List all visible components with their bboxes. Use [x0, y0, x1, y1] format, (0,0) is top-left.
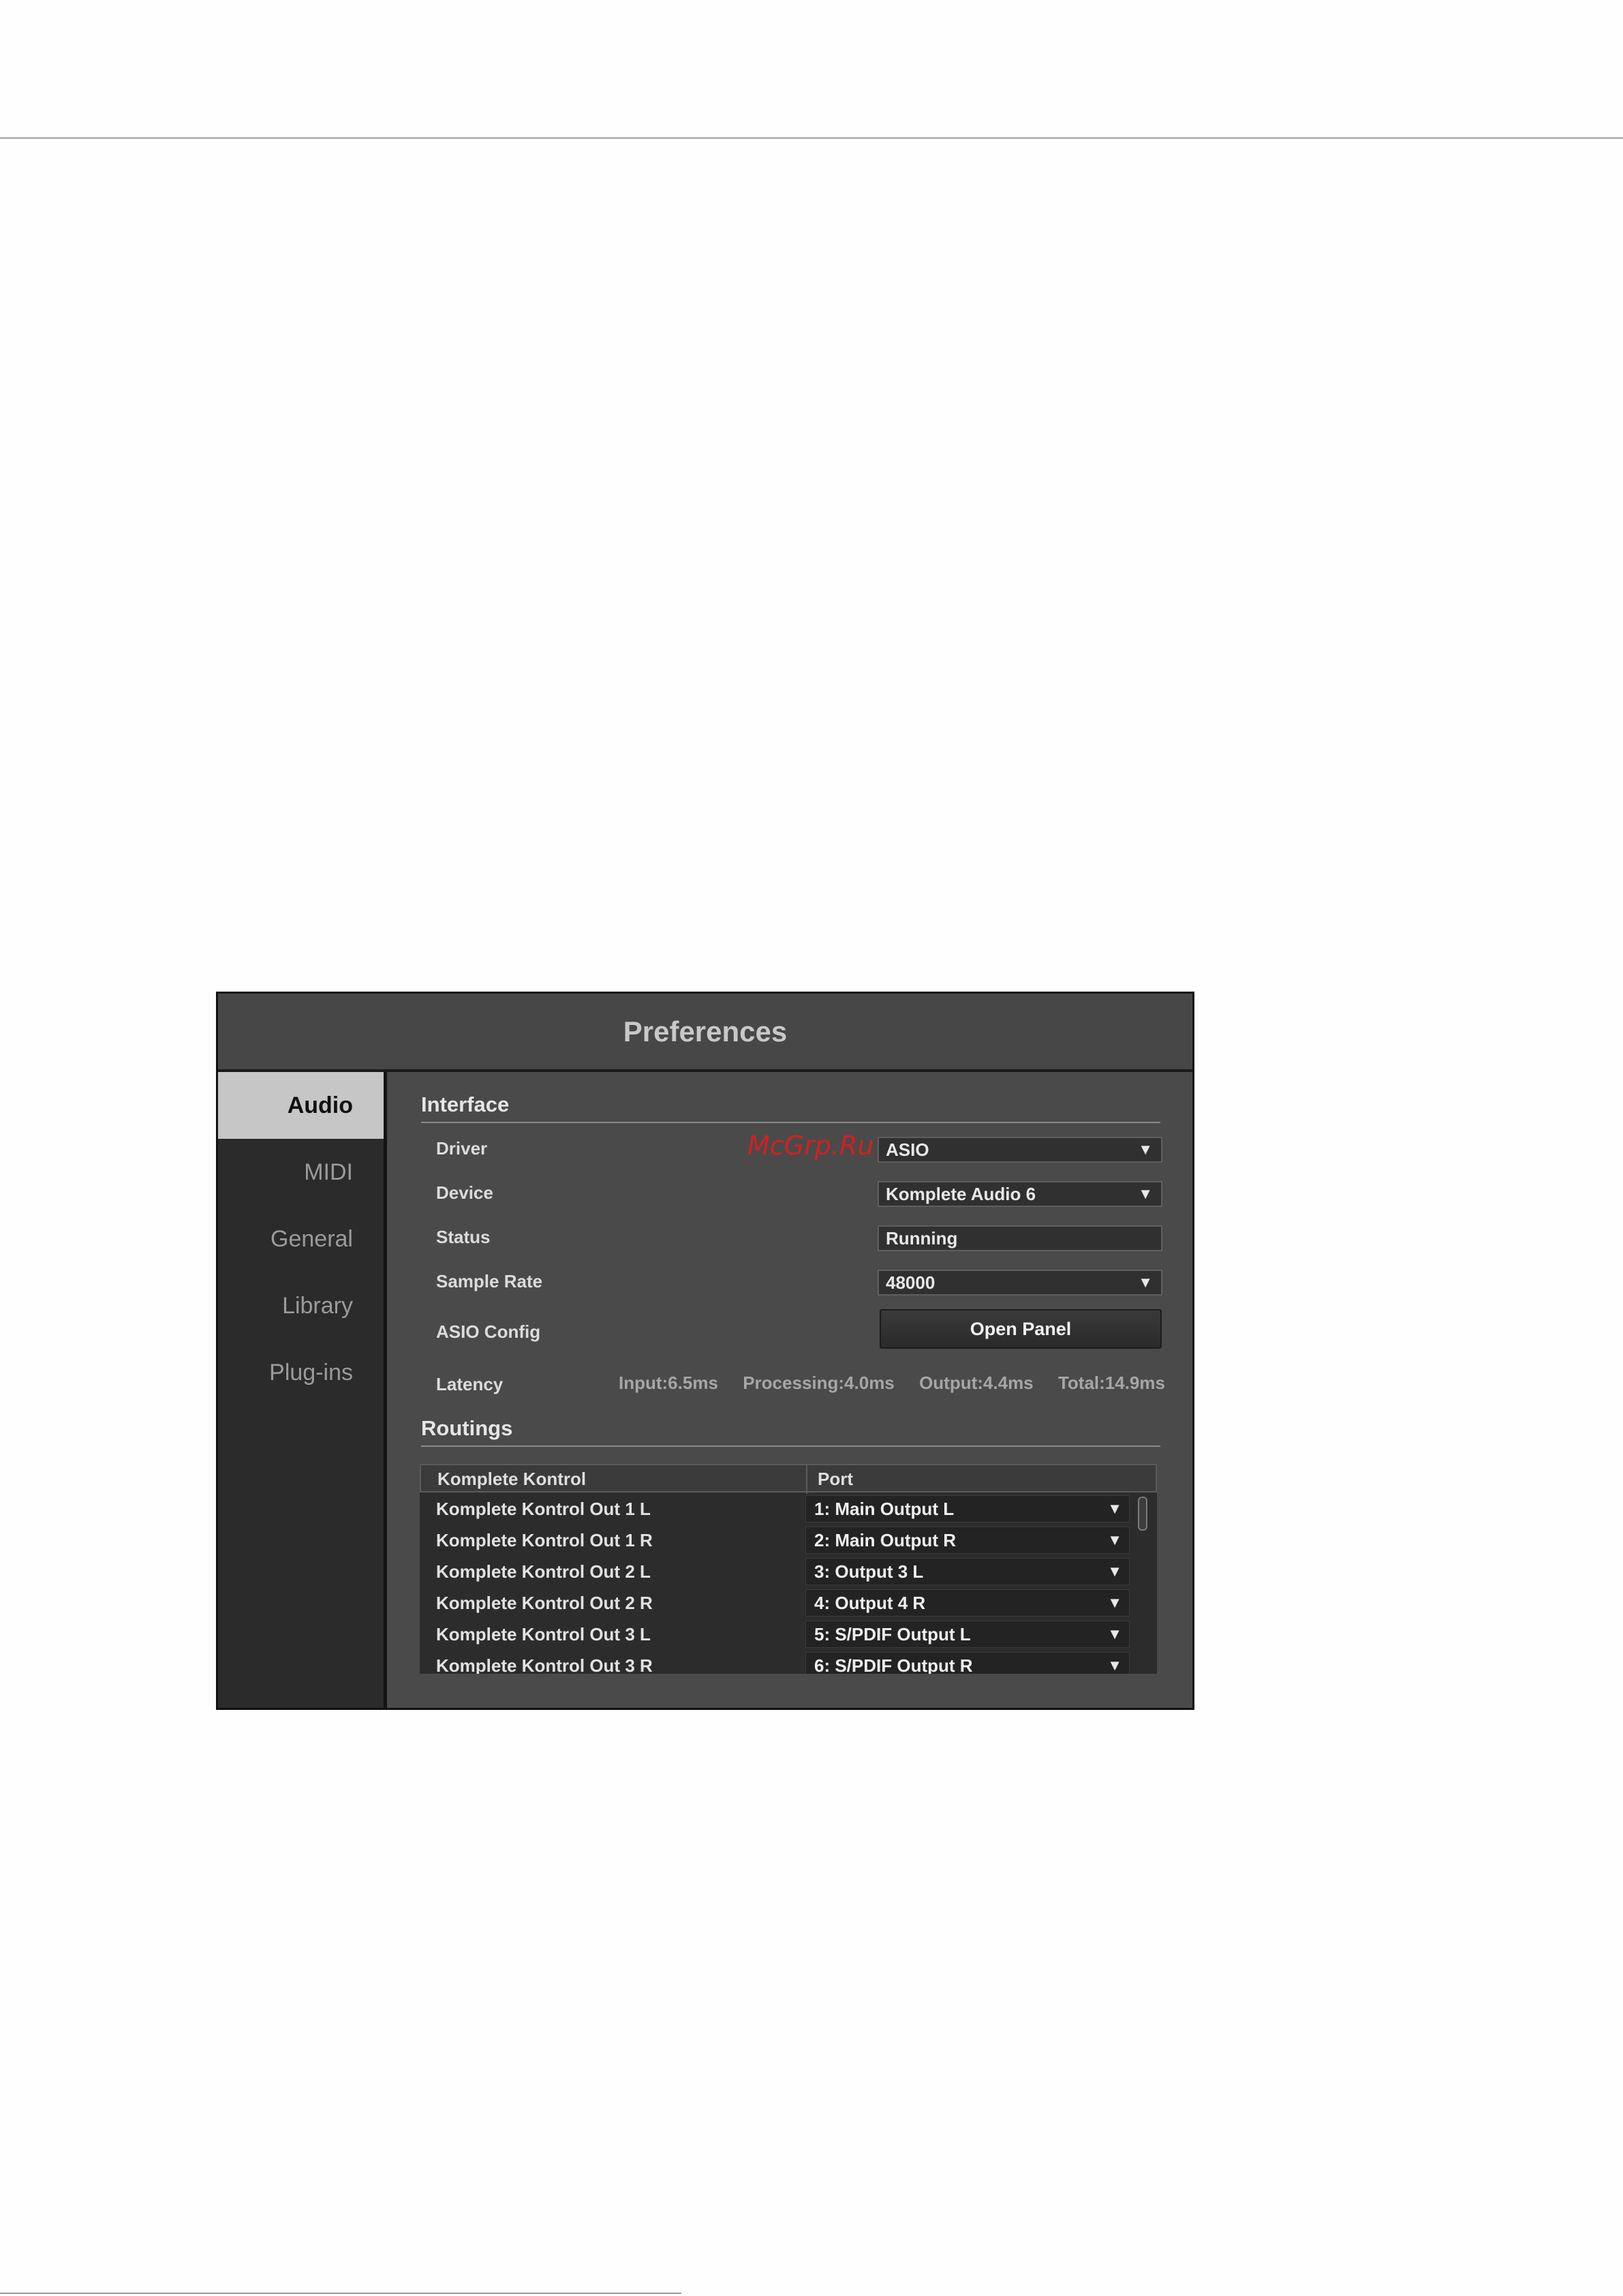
- row-name: Komplete Kontrol Out 1 R: [436, 1530, 653, 1550]
- port-select[interactable]: 1: Main Output L ▼: [805, 1495, 1130, 1522]
- page-top-rule: [0, 137, 1623, 139]
- latency-processing: Processing:4.0ms: [743, 1373, 895, 1393]
- sidebar-item-audio[interactable]: Audio: [218, 1072, 384, 1139]
- page-bottom-rule: [0, 2293, 681, 2294]
- device-value: Komplete Audio 6: [886, 1184, 1036, 1204]
- column-divider: [806, 1465, 807, 1494]
- driver-select[interactable]: ASIO ▼: [878, 1137, 1162, 1163]
- port-value: 2: Main Output R: [814, 1530, 956, 1550]
- port-value: 1: Main Output L: [814, 1499, 955, 1519]
- asio-config-label: ASIO Config: [436, 1321, 541, 1342]
- sidebar-item-general[interactable]: General: [218, 1206, 384, 1272]
- sample-rate-value: 48000: [886, 1272, 936, 1293]
- caret-down-icon: ▼: [1107, 1563, 1122, 1580]
- row-name: Komplete Kontrol Out 3 L: [436, 1624, 651, 1644]
- latency-label: Latency: [436, 1374, 504, 1394]
- row-name: Komplete Kontrol Out 3 R: [436, 1655, 653, 1674]
- table-row: Komplete Kontrol Out 3 R 6: S/PDIF Outpu…: [420, 1651, 1157, 1674]
- caret-down-icon: ▼: [1107, 1531, 1122, 1548]
- status-label: Status: [436, 1227, 491, 1247]
- latency-total: Total:14.9ms: [1057, 1373, 1165, 1393]
- sidebar-item-midi[interactable]: MIDI: [218, 1139, 384, 1206]
- device-select[interactable]: Komplete Audio 6 ▼: [878, 1181, 1162, 1207]
- routings-table: Komplete Kontrol Port Komplete Kontrol O…: [420, 1464, 1157, 1674]
- table-row: Komplete Kontrol Out 1 L 1: Main Output …: [420, 1494, 1157, 1525]
- sidebar-item-library[interactable]: Library: [218, 1272, 384, 1339]
- row-name: Komplete Kontrol Out 2 L: [436, 1561, 651, 1582]
- driver-label: Driver: [436, 1138, 488, 1159]
- table-row: Komplete Kontrol Out 3 L 5: S/PDIF Outpu…: [420, 1619, 1157, 1651]
- interface-section-title: Interface: [421, 1092, 510, 1116]
- driver-value: ASIO: [886, 1139, 929, 1160]
- caret-down-icon: ▼: [1138, 1274, 1153, 1291]
- port-value: 6: S/PDIF Output R: [814, 1655, 973, 1674]
- port-select[interactable]: 5: S/PDIF Output L ▼: [805, 1621, 1130, 1648]
- sidebar-item-plugins[interactable]: Plug-ins: [218, 1339, 384, 1406]
- column-header-port: Port: [818, 1469, 853, 1489]
- port-value: 4: Output 4 R: [814, 1593, 926, 1613]
- latency-output: Output:4.4ms: [919, 1373, 1034, 1393]
- sample-rate-label: Sample Rate: [436, 1271, 543, 1291]
- caret-down-icon: ▼: [1138, 1141, 1153, 1158]
- table-row: Komplete Kontrol Out 2 R 4: Output 4 R ▼: [420, 1588, 1157, 1619]
- caret-down-icon: ▼: [1107, 1625, 1122, 1642]
- table-row: Komplete Kontrol Out 2 L 3: Output 3 L ▼: [420, 1557, 1157, 1588]
- table-header: Komplete Kontrol Port: [420, 1464, 1157, 1494]
- latency-values: Input:6.5ms Processing:4.0ms Output:4.4m…: [619, 1373, 1165, 1394]
- column-header-komplete-kontrol: Komplete Kontrol: [437, 1469, 587, 1489]
- port-value: 5: S/PDIF Output L: [814, 1624, 971, 1644]
- routings-section-title: Routings: [421, 1416, 513, 1440]
- port-select[interactable]: 3: Output 3 L ▼: [805, 1558, 1130, 1585]
- port-select[interactable]: 2: Main Output R ▼: [805, 1527, 1130, 1554]
- port-value: 3: Output 3 L: [814, 1561, 924, 1582]
- status-value: Running: [878, 1225, 1162, 1251]
- port-select[interactable]: 6: S/PDIF Output R ▼: [805, 1652, 1130, 1674]
- watermark-text: McGrp.Ru: [747, 1131, 874, 1161]
- row-name: Komplete Kontrol Out 2 R: [436, 1593, 653, 1613]
- caret-down-icon: ▼: [1107, 1500, 1122, 1517]
- table-row: Komplete Kontrol Out 1 R 2: Main Output …: [420, 1525, 1157, 1557]
- caret-down-icon: ▼: [1138, 1185, 1153, 1202]
- open-panel-button[interactable]: Open Panel: [880, 1309, 1162, 1349]
- sidebar: Audio MIDI General Library Plug-ins: [218, 1072, 385, 1708]
- window-title: Preferences: [218, 994, 1192, 1072]
- sample-rate-select[interactable]: 48000 ▼: [878, 1270, 1162, 1296]
- interface-section-divider: [421, 1122, 1160, 1123]
- row-name: Komplete Kontrol Out 1 L: [436, 1499, 651, 1519]
- device-label: Device: [436, 1182, 493, 1203]
- latency-input: Input:6.5ms: [619, 1373, 718, 1393]
- port-select[interactable]: 4: Output 4 R ▼: [805, 1589, 1130, 1617]
- routings-section-divider: [421, 1445, 1160, 1447]
- table-scrollbar-thumb[interactable]: [1138, 1497, 1147, 1531]
- caret-down-icon: ▼: [1107, 1594, 1122, 1611]
- caret-down-icon: ▼: [1107, 1657, 1122, 1674]
